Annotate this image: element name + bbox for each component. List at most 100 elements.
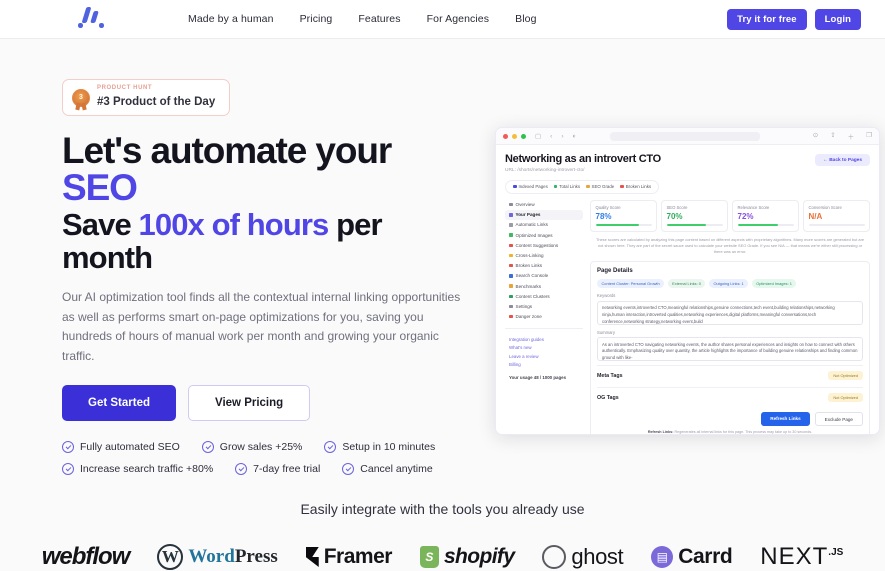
sidebar-link-whats-new[interactable]: What's new [505, 343, 583, 352]
sidebar-item-danger-zone[interactable]: Danger zone [505, 312, 583, 322]
refresh-links-button[interactable]: Refresh Links [761, 412, 810, 427]
exclude-page-button[interactable]: Exclude Page [814, 412, 863, 427]
back-arrow-icon[interactable]: ‹ [550, 133, 552, 140]
meta-tags-row: Meta Tags Not Optimized [597, 365, 863, 383]
nav-link-pricing[interactable]: Pricing [300, 13, 333, 25]
keywords-field[interactable]: networking events,introverted CTO,meanin… [597, 300, 863, 325]
sidebar-item-search-console[interactable]: Search Console [505, 271, 583, 281]
detail-tag: Optimized Images: 1 [751, 278, 797, 289]
summary-label: Summary [597, 329, 615, 335]
new-tab-icon[interactable]: ＋ [848, 131, 855, 141]
sidebar-item-overview[interactable]: Overview [505, 200, 583, 210]
feature-item: Grow sales +25% [201, 440, 303, 453]
check-circle-icon [62, 440, 74, 453]
sidebar-item-cross-linking[interactable]: Cross-Linking [505, 250, 583, 260]
sidebar-link-billing[interactable]: Billing [505, 361, 583, 370]
wordpress-label-word: Word [188, 545, 235, 567]
sidebar-link-leave-a-review[interactable]: Leave a review [505, 352, 583, 361]
forward-arrow-icon[interactable]: › [561, 133, 563, 140]
login-button[interactable]: Login [814, 8, 861, 30]
sidebar-item-benchmarks[interactable]: Benchmarks [505, 281, 583, 291]
minimize-traffic-light-icon[interactable] [512, 133, 517, 139]
back-to-pages-button[interactable]: ← Back to Pages [815, 154, 870, 166]
brand-shopify: S shopify [419, 544, 515, 569]
nav-link-for-agencies[interactable]: For Agencies [427, 13, 489, 25]
top-navigation: Made by a human Pricing Features For Age… [0, 0, 885, 39]
sidebar-toggle-icon[interactable]: ▢ [535, 132, 541, 140]
address-bar[interactable] [610, 131, 761, 141]
meta-tags-status-badge: Not Optimized [828, 371, 863, 381]
ghost-logo-icon [542, 544, 567, 569]
maximize-traffic-light-icon[interactable] [521, 133, 526, 139]
hero-section: 3 PRODUCT HUNT #3 Product of the Day Let… [0, 39, 885, 485]
detail-tag: Content Cluster: Personal Growth [597, 278, 665, 289]
share-icon[interactable]: ⇪ [830, 131, 835, 141]
summary-field[interactable]: As an introverted CTO navigating network… [597, 337, 863, 362]
headline-line-1: Let's automate your [62, 130, 392, 172]
tabs-overview-icon[interactable]: ❐ [866, 131, 872, 141]
action-button-row: Refresh Links Exclude Page [597, 412, 863, 427]
nav-link-features[interactable]: Features [358, 13, 400, 25]
shopify-logo-icon: S [419, 545, 439, 568]
nav-link-made-by-a-human[interactable]: Made by a human [188, 13, 274, 25]
sidebar-item-settings[interactable]: Settings [505, 301, 583, 311]
stat-pill: Indexed Pages [513, 184, 548, 189]
feature-item: Fully automated SEO [62, 440, 180, 453]
mockup-body: Overview Your Pages Automatic Links Opti… [496, 194, 879, 435]
stat-pill: Total Links [553, 184, 580, 189]
shopify-logo-label: shopify [443, 544, 515, 568]
score-card-seo: SEO Score 70% [661, 199, 728, 232]
reader-mode-icon[interactable]: ◐ [573, 133, 577, 140]
close-traffic-light-icon[interactable] [503, 133, 508, 139]
nextjs-suffix: .JS [828, 546, 844, 558]
carrd-logo-label: Carrd [678, 544, 733, 568]
check-circle-icon [324, 440, 337, 453]
carrd-logo-icon: ▤ [651, 545, 674, 568]
score-card-row: Quality Score 78% SEO Score 70% Relevanc… [590, 199, 870, 232]
sidebar-item-your-pages[interactable]: Your Pages [505, 209, 583, 220]
page-details-panel: Page Details Content Cluster: Personal G… [590, 260, 870, 435]
refresh-note-label: Refresh Links: [647, 430, 674, 435]
score-explanation-note: These scores are calculated by analyzing… [595, 236, 865, 254]
framer-logo-icon [305, 546, 319, 567]
usage-counter: Your usage 48 / 1000 pages [509, 375, 567, 381]
try-it-free-button[interactable]: Try it for free [727, 8, 807, 30]
brand-wordpress: W WordPress [157, 543, 278, 570]
sub-headline: Save 100x of hours per month [62, 208, 470, 274]
get-started-button[interactable]: Get Started [62, 384, 176, 421]
mockup-page-url: URL: /shorts/networking-introvert-cto/ [505, 167, 585, 173]
check-circle-icon [235, 462, 248, 475]
feature-label: Grow sales +25% [219, 440, 303, 453]
back-to-pages-label: Back to Pages [829, 157, 862, 163]
downloads-icon[interactable]: ⊙ [813, 131, 818, 141]
sidebar-link-integration-guides[interactable]: Integration guides [505, 335, 583, 344]
brand-webflow: webflow [41, 542, 131, 571]
feature-label: Fully automated SEO [80, 440, 180, 453]
product-screenshot-mockup: ▢ ‹ › ◐ ⊙ ⇪ ＋ ❐ Networking as an introve… [495, 127, 880, 435]
feature-item: Increase search traffic +80% [62, 462, 213, 475]
sidebar-item-content-clusters[interactable]: Content Clusters [505, 291, 583, 301]
product-hunt-title: #3 Product of the Day [97, 96, 216, 109]
feature-item: Cancel anytime [342, 462, 433, 475]
sidebar-item-broken-links[interactable]: Broken Links [505, 261, 583, 271]
sidebar-item-content-suggestions[interactable]: Content Suggestions [505, 240, 583, 250]
product-hunt-badge[interactable]: 3 PRODUCT HUNT #3 Product of the Day [62, 79, 231, 117]
webflow-logo-label: webflow [41, 542, 131, 570]
sidebar-secondary-links: Integration guides What's new Leave a re… [505, 327, 583, 370]
score-card-quality: Quality Score 78% [590, 199, 657, 232]
feature-label: Setup in 10 minutes [342, 440, 436, 453]
mockup-header: Networking as an introvert CTO URL: /sho… [496, 145, 879, 194]
nav-link-blog[interactable]: Blog [515, 13, 536, 25]
keywords-label: Keywords [597, 293, 616, 299]
brand-nextjs: NEXT.JS [760, 543, 843, 571]
detail-tag-row: Content Cluster: Personal Growth Externa… [597, 278, 863, 289]
score-card-conversion: Conversion Score N/A [803, 199, 870, 232]
brand-logo-icon[interactable] [74, 6, 108, 32]
nextjs-logo-label: NEXT.JS [760, 542, 844, 570]
product-hunt-kicker: PRODUCT HUNT [97, 85, 153, 91]
view-pricing-button[interactable]: View Pricing [188, 384, 311, 421]
check-circle-icon [342, 462, 355, 475]
sidebar-item-automatic-links[interactable]: Automatic Links [505, 220, 583, 230]
feature-row: Fully automated SEO Grow sales +25% Setu… [62, 440, 470, 453]
sidebar-item-optimized-images[interactable]: Optimized Images [505, 230, 583, 240]
